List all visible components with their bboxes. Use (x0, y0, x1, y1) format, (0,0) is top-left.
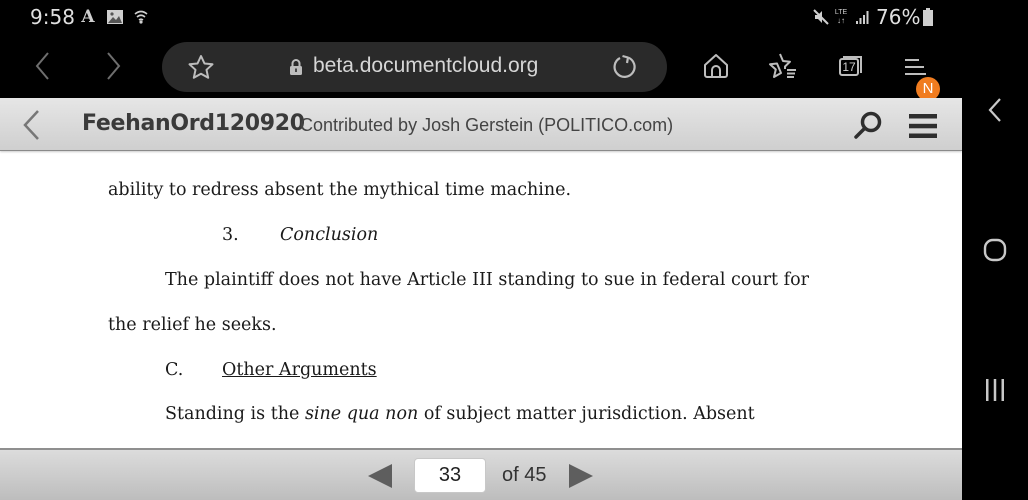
section-title: Conclusion (280, 225, 379, 245)
reload-icon[interactable] (611, 53, 639, 81)
signal-icon (855, 7, 871, 27)
address-bar[interactable]: beta.documentcloud.org (162, 42, 667, 92)
data-transfer-icon: LTE ↓↑ (834, 9, 848, 25)
chevron-left-icon (35, 52, 49, 80)
android-recents-button[interactable] (977, 372, 1013, 408)
text-segment: Standing is the (165, 404, 305, 424)
heading-letter: C. (165, 360, 184, 380)
next-page-button[interactable] (568, 463, 594, 489)
url-text[interactable]: beta.documentcloud.org (313, 54, 538, 78)
mute-icon (812, 7, 830, 27)
document-page: can happen. But most of the relief the p… (0, 98, 962, 500)
vpn-shield-icon (134, 7, 148, 27)
back-chevron-icon (988, 98, 1001, 122)
status-bar: 9:58 A LTE ↓↑ 76% (0, 0, 1028, 34)
home-button[interactable] (698, 48, 734, 84)
recents-icon (986, 379, 1004, 401)
document-back-button[interactable] (18, 108, 46, 142)
page-count: of 45 (502, 464, 547, 486)
lock-icon (290, 59, 302, 75)
add-bookmark-star-icon[interactable] (187, 54, 215, 80)
android-home-button[interactable] (977, 232, 1013, 268)
android-navigation-bar (962, 98, 1028, 500)
chevron-right-icon (107, 52, 121, 80)
font-notification-icon: A (81, 7, 95, 27)
battery-percent: 76% (876, 5, 921, 29)
document-menu-icon[interactable] (908, 112, 938, 140)
image-notification-icon (106, 7, 124, 27)
home-icon (704, 54, 728, 78)
page-number-input[interactable] (414, 458, 486, 493)
browser-toolbar: beta.documentcloud.org 17 N (0, 34, 1028, 101)
text-line: Standing is the sine qua non of subject … (165, 404, 755, 424)
text-line: The plaintiff does not have Article III … (165, 270, 809, 290)
bookmarks-button[interactable] (765, 48, 801, 84)
browser-forward-button[interactable] (95, 48, 131, 84)
document-header: FeehanOrd120920 Contributed by Josh Gers… (0, 98, 962, 151)
heading-title: Other Arguments (222, 360, 377, 380)
previous-page-button[interactable] (367, 463, 393, 489)
document-title: FeehanOrd120920 (82, 111, 305, 136)
document-contributor: Contributed by Josh Gerstein (POLITICO.c… (300, 115, 674, 135)
android-back-button[interactable] (977, 92, 1013, 128)
text-line: the relief he seeks. (108, 315, 277, 335)
menu-lines-icon (905, 59, 926, 75)
search-icon[interactable] (852, 110, 884, 142)
clock: 9:58 (30, 5, 75, 29)
tabs-button[interactable]: 17 (832, 48, 868, 84)
tabs-count: 17 (839, 58, 859, 76)
text-line: ability to redress absent the mythical t… (108, 180, 572, 200)
italic-phrase: sine qua non (304, 404, 419, 424)
document-viewer: FeehanOrd120920 Contributed by Josh Gers… (0, 98, 962, 500)
text-segment: of subject matter jurisdiction. Absent (418, 404, 755, 424)
home-circle-icon (983, 238, 1007, 262)
bookmarks-star-list-icon (769, 53, 796, 78)
browser-back-button[interactable] (25, 48, 61, 84)
battery-icon (922, 7, 934, 27)
section-number: 3. (222, 225, 239, 245)
pagination-bar: of 45 (0, 448, 962, 500)
